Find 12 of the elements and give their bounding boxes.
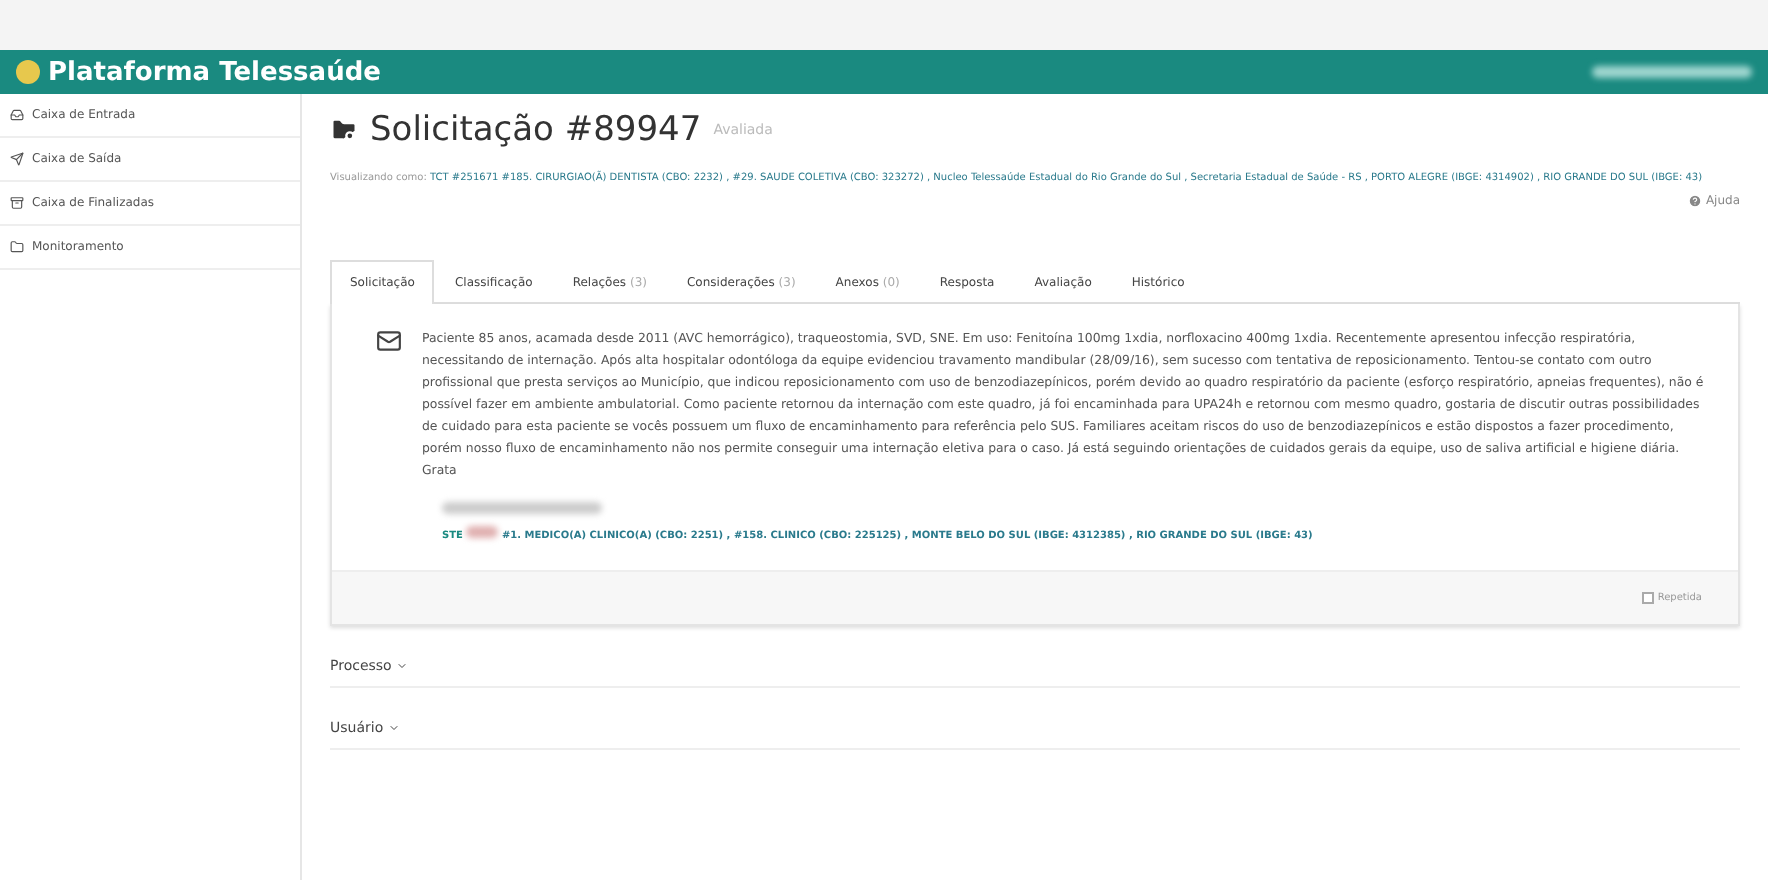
caret-icon	[387, 722, 400, 734]
logo-icon	[16, 60, 40, 84]
folder-icon	[330, 116, 358, 144]
archive-icon	[10, 196, 24, 210]
send-icon	[10, 152, 24, 166]
app-title[interactable]: Plataforma Telessaúde	[16, 57, 381, 87]
folder-icon	[10, 240, 24, 254]
page-title: Solicitação #89947	[370, 110, 702, 150]
inbox-icon	[10, 108, 24, 122]
mail-icon	[376, 328, 402, 354]
help-icon	[1687, 194, 1702, 208]
caret-icon	[395, 660, 408, 672]
